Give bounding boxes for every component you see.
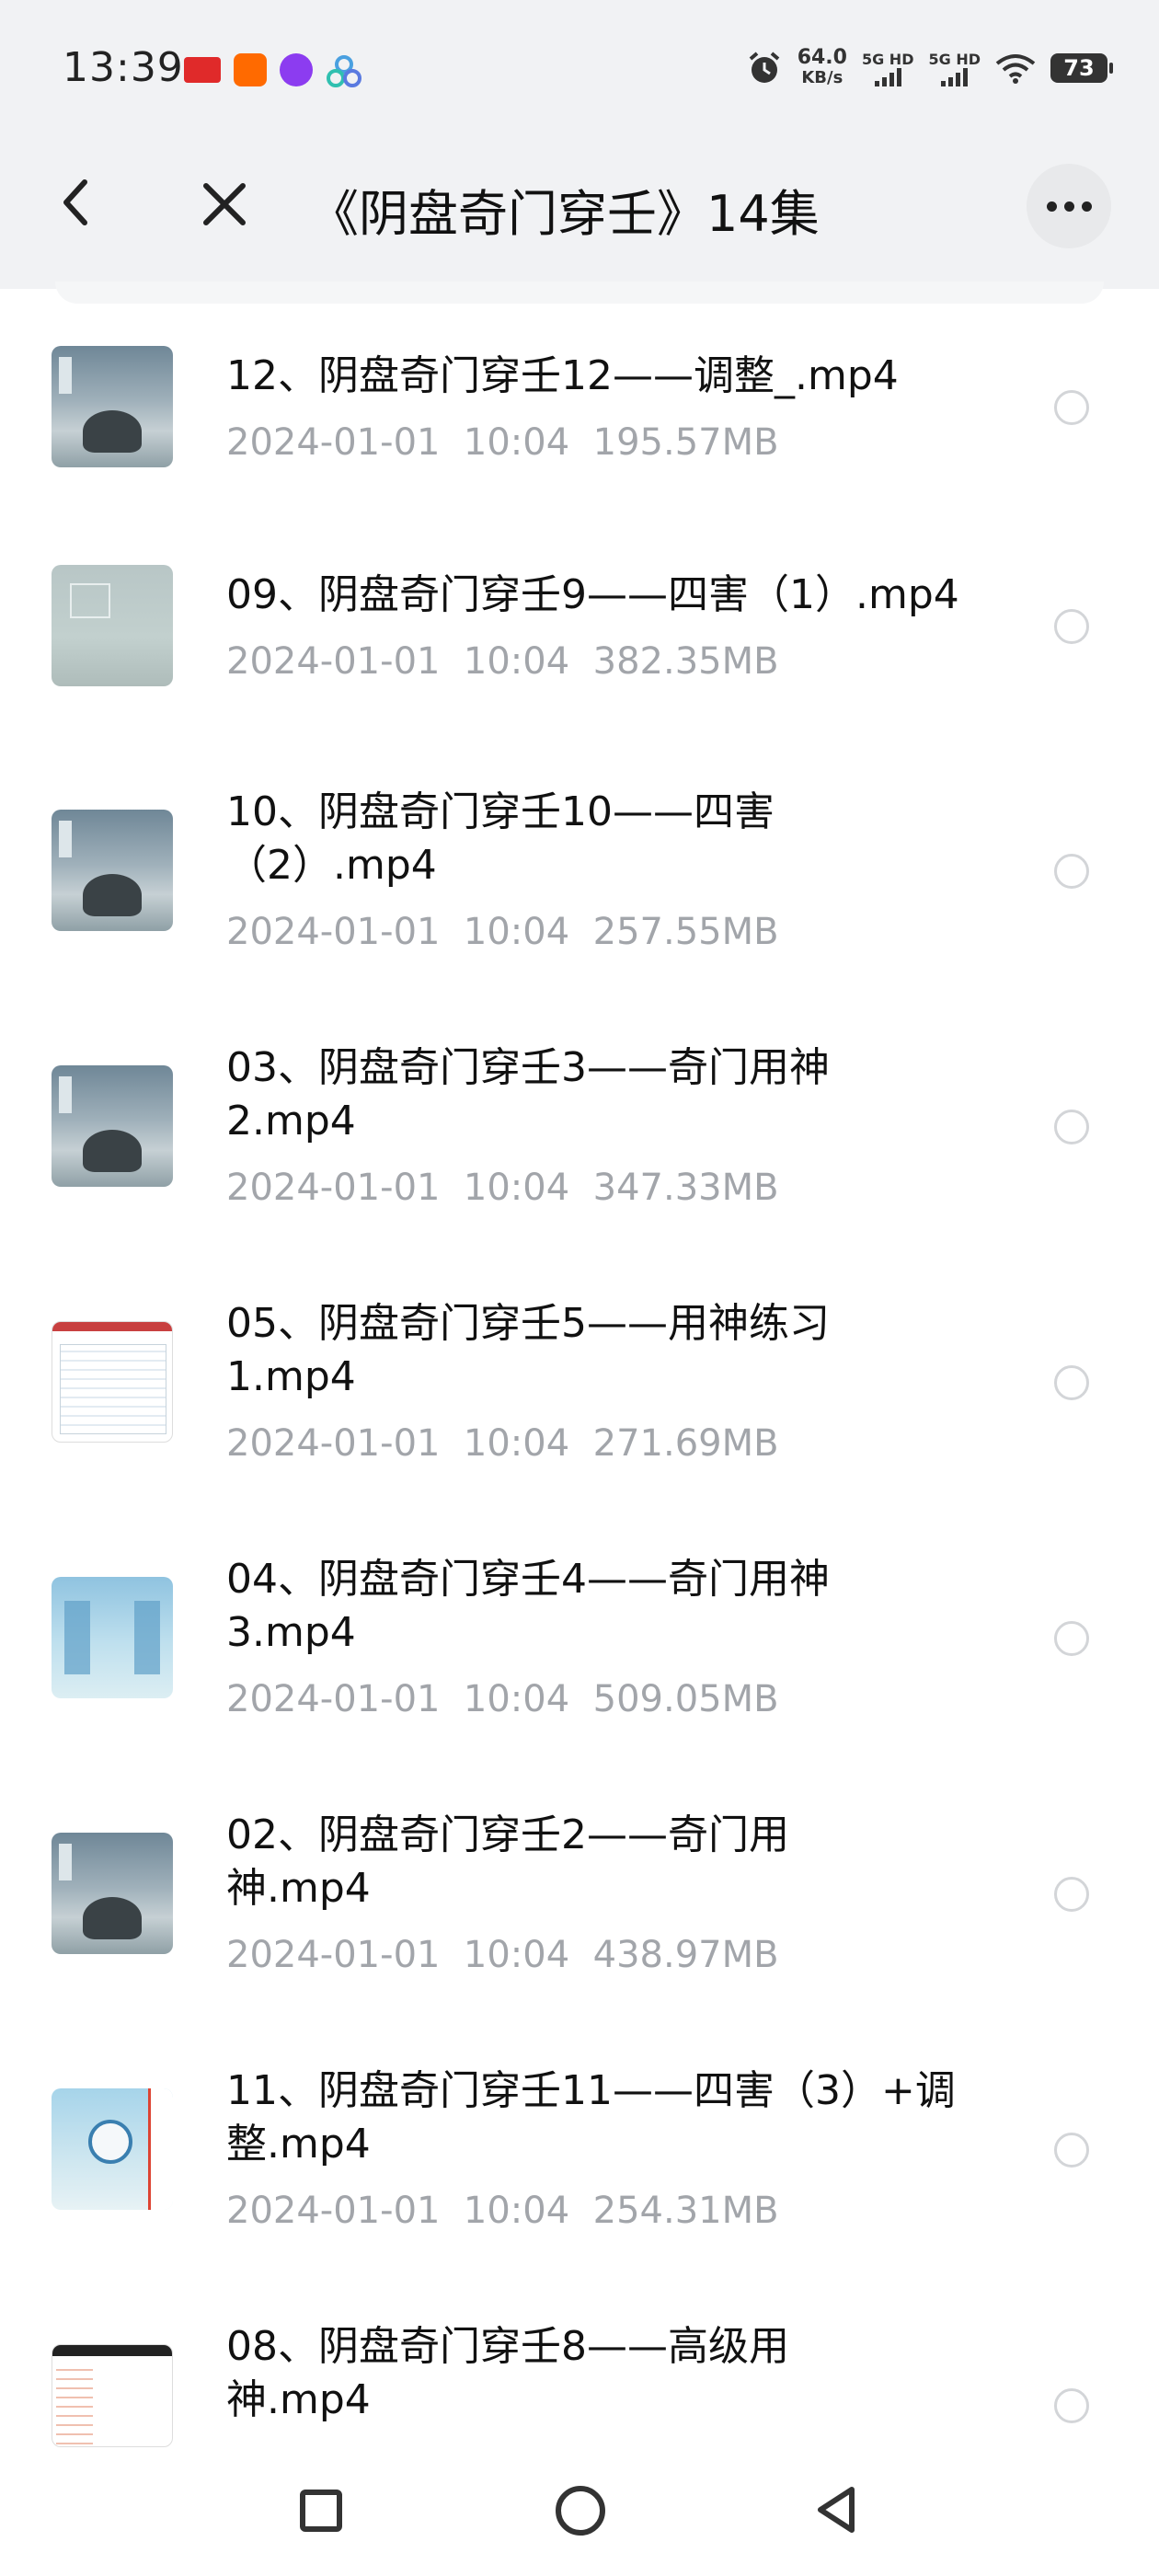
file-time: 10:04 xyxy=(463,421,570,464)
file-date: 2024-01-01 xyxy=(226,1422,441,1465)
battery-indicator: 73 xyxy=(1050,53,1113,83)
file-date: 2024-01-01 xyxy=(226,2190,441,2232)
file-size: 509.05MB xyxy=(592,1678,779,1720)
file-meta: 2024-01-01 10:04 195.57MB xyxy=(226,421,779,464)
signal-2-label: 5G HD xyxy=(928,50,981,68)
file-time: 10:04 xyxy=(463,2190,570,2232)
select-radio[interactable] xyxy=(1054,2133,1089,2168)
file-size: 347.33MB xyxy=(592,1167,779,1209)
signal-1-label: 5G HD xyxy=(861,50,914,68)
select-radio[interactable] xyxy=(1054,1365,1089,1400)
more-dot-icon xyxy=(1046,201,1057,212)
more-dot-icon xyxy=(1081,201,1092,212)
select-radio[interactable] xyxy=(1054,1877,1089,1912)
file-meta: 2024-01-01 10:04 509.05MB xyxy=(226,1678,779,1720)
file-meta: 2024-01-01 10:04 438.97MB xyxy=(226,1934,779,1976)
file-name: 03、阴盘奇门穿壬3——奇门用神2.mp4 xyxy=(226,1044,830,1144)
signal-2-bars-icon xyxy=(941,67,969,86)
file-size: 382.35MB xyxy=(592,640,779,683)
status-bar: 13:39 64.0 KB/s 5G HD 5G HD 73 xyxy=(0,0,1159,116)
taobao-icon xyxy=(234,53,267,86)
signal-1-bars-icon xyxy=(874,67,901,86)
video-thumbnail xyxy=(52,1065,173,1187)
wifi-icon xyxy=(995,54,1036,84)
file-name: 10、阴盘奇门穿壬10——四害（2）.mp4 xyxy=(226,788,775,889)
toutiao-icon xyxy=(184,57,221,83)
status-indicators: 64.0 KB/s 5G HD 5G HD 73 xyxy=(746,48,1113,88)
cluster-app-icon xyxy=(327,55,361,87)
nav-back-icon[interactable] xyxy=(813,2484,859,2536)
file-time: 10:04 xyxy=(463,1167,570,1209)
recent-apps-icon[interactable] xyxy=(300,2490,342,2532)
file-name: 05、阴盘奇门穿壬5——用神练习1.mp4 xyxy=(226,1300,830,1400)
more-dot-icon xyxy=(1063,201,1074,212)
file-time: 10:04 xyxy=(463,1422,570,1465)
file-date: 2024-01-01 xyxy=(226,640,441,683)
file-meta: 2024-01-01 10:04 254.31MB xyxy=(226,2190,779,2232)
select-radio[interactable] xyxy=(1054,1621,1089,1656)
select-radio[interactable] xyxy=(1054,854,1089,889)
notification-icons xyxy=(184,53,362,90)
list-top-edge xyxy=(55,282,1104,304)
net-speed-value: 64.0 xyxy=(797,46,847,69)
file-meta: 2024-01-01 10:04 271.69MB xyxy=(226,1422,779,1465)
status-time: 13:39 xyxy=(63,44,184,91)
file-time: 10:04 xyxy=(463,1934,570,1976)
file-name: 04、阴盘奇门穿壬4——奇门用神3.mp4 xyxy=(226,1556,830,1656)
video-thumbnail xyxy=(52,2088,173,2210)
more-options-button[interactable] xyxy=(1027,164,1111,248)
file-meta: 2024-01-01 10:04 257.55MB xyxy=(226,911,779,953)
video-thumbnail xyxy=(52,810,173,931)
file-time: 10:04 xyxy=(463,640,570,683)
page-title: 《阴盘奇门穿壬》14集 xyxy=(309,185,820,243)
file-date: 2024-01-01 xyxy=(226,1678,441,1720)
net-speed: 64.0 KB/s xyxy=(798,48,847,88)
video-thumbnail xyxy=(52,1833,173,1954)
select-radio[interactable] xyxy=(1054,1110,1089,1144)
video-thumbnail xyxy=(52,565,173,686)
signal-1: 5G HD xyxy=(861,50,914,86)
alarm-icon xyxy=(749,52,779,83)
file-date: 2024-01-01 xyxy=(226,421,441,464)
file-name: 02、阴盘奇门穿壬2——奇门用神.mp4 xyxy=(226,1811,789,1912)
file-name: 08、阴盘奇门穿壬8——高级用神.mp4 xyxy=(226,2323,789,2423)
file-time: 10:04 xyxy=(463,911,570,953)
file-date: 2024-01-01 xyxy=(226,911,441,953)
file-meta: 2024-01-01 10:04 382.35MB xyxy=(226,640,779,683)
signal-2: 5G HD xyxy=(928,51,981,86)
file-size: 257.55MB xyxy=(592,911,779,953)
home-icon[interactable] xyxy=(556,2486,605,2536)
file-name: 09、阴盘奇门穿壬9——四害（1）.mp4 xyxy=(226,571,959,618)
infinity-app-icon xyxy=(280,53,313,86)
file-date: 2024-01-01 xyxy=(226,1167,441,1209)
file-size: 438.97MB xyxy=(592,1934,779,1976)
file-time: 10:04 xyxy=(463,1678,570,1720)
net-speed-unit: KB/s xyxy=(801,68,843,87)
file-size: 254.31MB xyxy=(592,2190,779,2232)
file-name: 12、阴盘奇门穿壬12——调整_.mp4 xyxy=(226,352,899,399)
file-meta: 2024-01-01 10:04 347.33MB xyxy=(226,1167,779,1209)
close-icon[interactable] xyxy=(199,178,250,230)
video-thumbnail xyxy=(52,2344,173,2447)
select-radio[interactable] xyxy=(1054,609,1089,644)
file-name: 11、阴盘奇门穿壬11——四害（3）+调整.mp4 xyxy=(226,2067,956,2168)
video-thumbnail xyxy=(52,1321,173,1443)
video-thumbnail xyxy=(52,1577,173,1698)
file-size: 271.69MB xyxy=(592,1422,779,1465)
video-thumbnail xyxy=(52,346,173,467)
file-date: 2024-01-01 xyxy=(226,1934,441,1976)
file-size: 195.57MB xyxy=(592,421,779,464)
select-radio[interactable] xyxy=(1054,390,1089,425)
back-arrow-icon[interactable] xyxy=(53,175,98,230)
select-radio[interactable] xyxy=(1054,2388,1089,2423)
